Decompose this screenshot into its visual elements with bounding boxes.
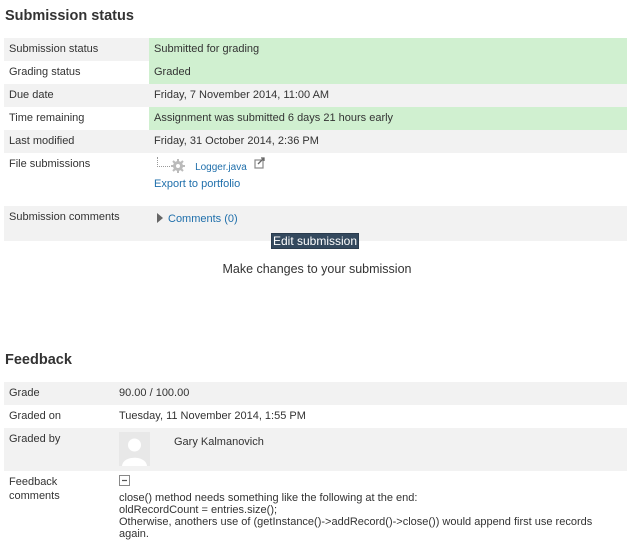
feedback-comment-line: Otherwise, anothers use of (getInstance(… xyxy=(119,516,593,540)
file-submissions-value: Logger.java Export to portfolio xyxy=(149,153,627,206)
table-row: Graded by Gary Kalmanovich xyxy=(4,428,627,471)
export-to-portfolio-link[interactable]: Export to portfolio xyxy=(154,178,240,190)
feedback-heading: Feedback xyxy=(5,352,72,368)
row-label: File submissions xyxy=(4,153,149,206)
grading-status-value: Graded xyxy=(149,61,627,84)
edit-submission-container: Edit submission xyxy=(0,233,630,249)
row-label: Due date xyxy=(4,84,149,107)
submission-status-heading: Submission status xyxy=(5,8,134,24)
collapse-triangle-icon[interactable] xyxy=(157,213,163,223)
user-avatar-icon[interactable] xyxy=(119,432,150,466)
grade-value: 90.00 / 100.00 xyxy=(114,382,627,405)
table-row: Graded on Tuesday, 11 November 2014, 1:5… xyxy=(4,405,627,428)
row-label: Feedback comments xyxy=(4,471,114,545)
edit-submission-description: Make changes to your submission xyxy=(222,262,412,276)
row-label: Grade xyxy=(4,382,114,405)
portfolio-export-icon[interactable] xyxy=(254,157,266,173)
feedback-comment-line: oldRecordCount = entries.size(); xyxy=(119,504,278,516)
grader-name[interactable]: Gary Kalmanovich xyxy=(174,435,264,449)
row-label: Submission status xyxy=(4,38,149,61)
row-label: Graded by xyxy=(4,428,114,471)
table-row: Last modified Friday, 31 October 2014, 2… xyxy=(4,130,627,153)
submission-status-table: Submission status Submitted for grading … xyxy=(4,38,627,241)
table-row: Time remaining Assignment was submitted … xyxy=(4,107,627,130)
feedback-comments-value: close() method needs something like the … xyxy=(114,471,627,545)
file-tree: Logger.java xyxy=(154,157,622,177)
file-gear-icon xyxy=(170,159,186,177)
edit-submission-button[interactable]: Edit submission xyxy=(270,233,360,249)
feedback-comment-line: close() method needs something like the … xyxy=(119,492,418,504)
row-label: Graded on xyxy=(4,405,114,428)
graded-on-value: Tuesday, 11 November 2014, 1:55 PM xyxy=(114,405,627,428)
table-row: Grade 90.00 / 100.00 xyxy=(4,382,627,405)
row-label: Last modified xyxy=(4,130,149,153)
row-label: Time remaining xyxy=(4,107,149,130)
due-date-value: Friday, 7 November 2014, 11:00 AM xyxy=(149,84,627,107)
table-row: Due date Friday, 7 November 2014, 11:00 … xyxy=(4,84,627,107)
tree-connector xyxy=(157,157,170,167)
table-row: Grading status Graded xyxy=(4,61,627,84)
feedback-table: Grade 90.00 / 100.00 Graded on Tuesday, … xyxy=(4,382,627,545)
time-remaining-value: Assignment was submitted 6 days 21 hours… xyxy=(149,107,627,130)
submission-status-value: Submitted for grading xyxy=(149,38,627,61)
feedback-collapse-icon[interactable] xyxy=(119,475,622,490)
file-link-logger-java[interactable]: Logger.java xyxy=(195,162,247,173)
last-modified-value: Friday, 31 October 2014, 2:36 PM xyxy=(149,130,627,153)
table-row: Feedback comments close() method needs s… xyxy=(4,471,627,545)
table-row: Submission status Submitted for grading xyxy=(4,38,627,61)
table-row: File submissions Logger.java Export to p… xyxy=(4,153,627,206)
graded-by-value: Gary Kalmanovich xyxy=(114,428,627,471)
comments-link[interactable]: Comments (0) xyxy=(168,213,238,225)
row-label: Grading status xyxy=(4,61,149,84)
